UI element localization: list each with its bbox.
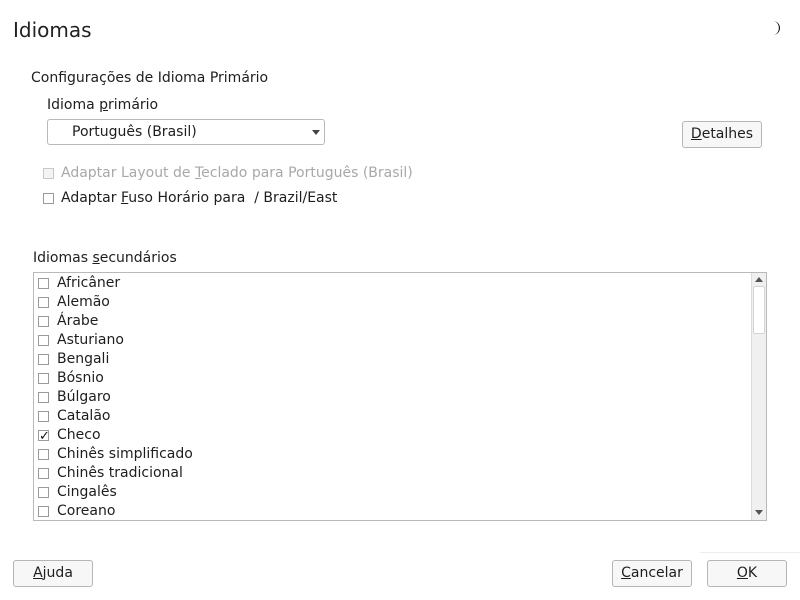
primary-language-select[interactable]: Português (Brasil) (47, 119, 325, 145)
list-item[interactable]: Cingalês (38, 483, 193, 502)
secondary-languages-label: Idiomas secundários (33, 250, 177, 266)
secondary-languages-list[interactable]: Africâner Alemão Árabe Asturiano Bengali Bósn… (33, 272, 767, 521)
adapt-timezone-option[interactable]: Adaptar Fuso Horário para / Brazil/East (43, 190, 337, 206)
chevron-down-icon (312, 130, 320, 135)
language-checkbox[interactable] (38, 468, 49, 479)
language-label: Africâner (57, 275, 121, 291)
primary-language-label: Idioma primário (47, 97, 159, 113)
language-label: Bósnio (57, 370, 104, 386)
list-item[interactable]: Chinês simplificado (38, 445, 193, 464)
language-label: Bengali (57, 351, 110, 367)
list-item[interactable]: Asturiano (38, 331, 193, 350)
language-checkbox[interactable] (38, 278, 49, 289)
moon-icon (773, 21, 780, 35)
list-item[interactable]: Búlgaro (38, 388, 193, 407)
list-item[interactable]: Africâner (38, 274, 193, 293)
list-item[interactable]: Coreano (38, 502, 193, 521)
list-item[interactable]: Checo (38, 426, 193, 446)
language-checkbox[interactable] (38, 316, 49, 327)
language-checkbox[interactable] (38, 392, 49, 403)
language-label: Alemão (57, 294, 110, 310)
language-label: Chinês simplificado (57, 446, 193, 462)
primary-language-section-label: Configurações de Idioma Primário (31, 70, 269, 86)
scroll-down-arrow-icon[interactable] (755, 510, 763, 515)
language-label: Chinês tradicional (57, 465, 183, 481)
language-checkbox[interactable] (38, 487, 49, 498)
scroll-up-arrow-icon[interactable] (755, 277, 763, 282)
language-label: Asturiano (57, 332, 124, 348)
details-button[interactable]: Detalhes (682, 121, 762, 148)
language-checkbox[interactable] (38, 449, 49, 460)
language-checkbox[interactable] (38, 506, 49, 517)
language-label: Búlgaro (57, 389, 111, 405)
adapt-keyboard-checkbox[interactable] (43, 167, 54, 179)
language-checkbox[interactable] (38, 354, 49, 365)
primary-language-value: Português (Brasil) (72, 124, 197, 140)
adapt-timezone-checkbox[interactable] (43, 192, 54, 204)
list-item[interactable]: Chinês tradicional (38, 464, 193, 483)
adapt-keyboard-label: Adaptar Layout de Teclado para Português… (61, 165, 413, 181)
language-checkbox[interactable] (38, 335, 49, 346)
language-label: Árabe (57, 313, 99, 329)
scrollbar-thumb[interactable] (753, 286, 765, 334)
language-label: Checo (57, 427, 101, 443)
list-item[interactable]: Bósnio (38, 369, 193, 388)
language-label: Cingalês (57, 484, 117, 500)
adapt-keyboard-option[interactable]: Adaptar Layout de Teclado para Português… (43, 165, 413, 181)
list-item[interactable]: Catalão (38, 407, 193, 426)
language-label: Coreano (57, 503, 116, 519)
list-scrollbar[interactable] (751, 273, 766, 520)
language-checkbox[interactable] (38, 411, 49, 422)
language-label: Catalão (57, 408, 111, 424)
ok-button[interactable]: OK (707, 560, 787, 587)
language-checkbox[interactable] (38, 373, 49, 384)
language-checkbox[interactable] (38, 427, 50, 446)
list-item[interactable]: Árabe (38, 312, 193, 331)
adapt-timezone-label: Adaptar Fuso Horário para / Brazil/East (61, 190, 338, 206)
footer-divider (700, 552, 800, 553)
window-title: Idiomas (13, 18, 92, 42)
cancel-button[interactable]: Cancelar (612, 560, 692, 587)
list-item[interactable]: Alemão (38, 293, 193, 312)
list-item[interactable]: Bengali (38, 350, 193, 369)
help-button[interactable]: Ajuda (13, 560, 93, 587)
language-checkbox[interactable] (38, 297, 49, 308)
